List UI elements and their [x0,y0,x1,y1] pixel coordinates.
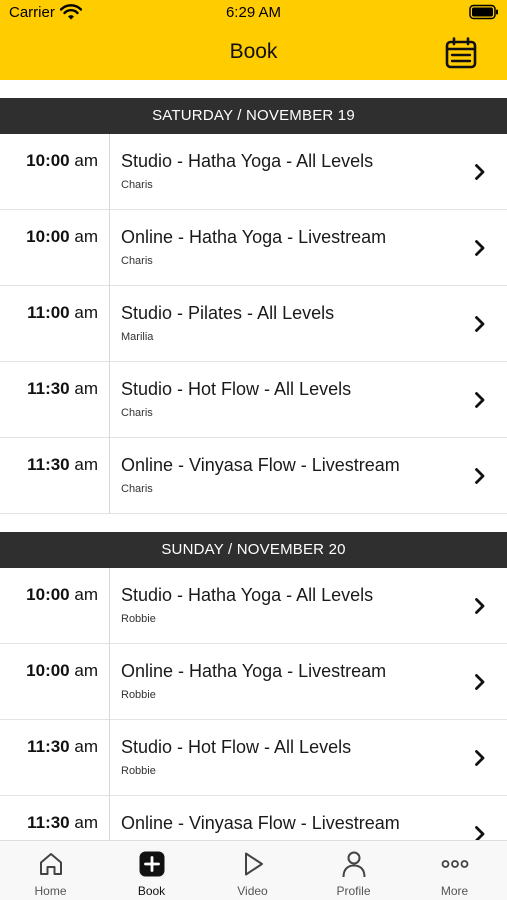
instructor-name: Charis [121,255,153,267]
time-ampm: am [74,303,98,322]
time-ampm: am [74,585,98,604]
tab-label: Video [237,884,268,898]
time-column: 11:00 am [0,286,110,362]
tab-label: Home [34,884,67,898]
day-section: SATURDAY / NOVEMBER 19 10:00 am Studio -… [0,80,507,514]
class-row[interactable]: 10:00 am Online - Hatha Yoga - Livestrea… [0,644,507,720]
tab-home[interactable]: Home [0,841,101,900]
class-name: Online - Hatha Yoga - Livestream [121,661,387,681]
time-ampm: am [74,227,98,246]
class-name: Online - Vinyasa Flow - Livestream [121,455,400,475]
schedule-list[interactable]: SATURDAY / NOVEMBER 19 10:00 am Studio -… [0,80,507,840]
person-icon [342,851,366,878]
class-row[interactable]: 11:30 am Online - Vinyasa Flow - Livestr… [0,438,507,514]
tab-book[interactable]: Book [101,841,202,900]
day-section: SUNDAY / NOVEMBER 20 10:00 am Studio - H… [0,514,507,840]
class-time: 11:30 am [27,813,98,833]
time-value: 11:30 [27,813,70,832]
class-time: 10:00 am [26,227,98,247]
more-dots-icon [441,860,469,868]
class-time: 11:30 am [27,455,98,475]
time-ampm: am [74,379,98,398]
status-bar: Carrier 6:29 AM [0,0,507,26]
time-ampm: am [74,455,98,474]
class-name: Studio - Pilates - All Levels [121,303,335,323]
time-value: 11:30 [27,455,70,474]
chevron-right-icon [475,316,485,332]
time-column: 10:00 am [0,568,110,644]
chevron-right-icon [475,392,485,408]
time-ampm: am [74,737,98,756]
home-icon [40,853,62,875]
time-column: 10:00 am [0,644,110,720]
tab-bar: Home Book Video Profile More [0,840,507,900]
instructor-name: Charis [121,483,153,495]
plus-square-icon [139,851,165,877]
time-column: 11:30 am [0,796,110,840]
instructor-name: Charis [121,179,153,191]
tab-label: Book [137,884,166,898]
class-name: Studio - Hot Flow - All Levels [121,737,352,757]
chevron-right-icon [475,164,485,180]
screen: Carrier 6:29 AM Book SATURDAY / NOVEMBER… [0,0,507,900]
time-ampm: am [74,151,98,170]
time-ampm: am [74,661,98,680]
calendar-icon[interactable] [444,36,478,70]
page-title: Book [229,40,278,63]
class-row[interactable]: 11:30 am Online - Vinyasa Flow - Livestr… [0,796,507,840]
class-time: 11:00 am [27,303,98,323]
class-row[interactable]: 11:30 am Studio - Hot Flow - All Levels … [0,362,507,438]
time-ampm: am [74,813,98,832]
day-header: SUNDAY / NOVEMBER 20 [0,532,507,568]
instructor-name: Robbie [121,765,156,777]
class-name: Studio - Hatha Yoga - All Levels [121,151,374,171]
class-row[interactable]: 11:30 am Studio - Hot Flow - All Levels … [0,720,507,796]
time-value: 10:00 [26,151,70,170]
class-time: 11:30 am [27,379,98,399]
class-row[interactable]: 11:00 am Studio - Pilates - All Levels M… [0,286,507,362]
time-value: 10:00 [26,227,70,246]
time-column: 10:00 am [0,210,110,286]
time-column: 11:30 am [0,362,110,438]
class-time: 10:00 am [26,585,98,605]
tab-label: Profile [336,884,371,898]
time-value: 10:00 [26,661,70,680]
status-time: 6:29 AM [225,4,282,21]
instructor-name: Marilia [121,331,154,343]
class-time: 10:00 am [26,151,98,171]
time-value: 11:30 [27,379,70,398]
time-value: 11:00 [27,303,70,322]
time-value: 11:30 [27,737,70,756]
instructor-name: Robbie [121,689,156,701]
chevron-right-icon [475,598,485,614]
chevron-right-icon [475,750,485,766]
day-header: SATURDAY / NOVEMBER 19 [0,98,507,134]
header: Carrier 6:29 AM Book [0,0,507,80]
chevron-right-icon [475,826,485,840]
tab-video[interactable]: Video [202,841,303,900]
class-row[interactable]: 10:00 am Studio - Hatha Yoga - All Level… [0,134,507,210]
instructor-name: Charis [121,407,153,419]
tab-more[interactable]: More [404,841,505,900]
chevron-right-icon [475,240,485,256]
tab-label: More [440,884,469,898]
class-row[interactable]: 10:00 am Studio - Hatha Yoga - All Level… [0,568,507,644]
class-name: Online - Vinyasa Flow - Livestream [121,813,400,833]
class-name: Studio - Hot Flow - All Levels [121,379,352,399]
play-icon [245,852,263,876]
chevron-right-icon [475,468,485,484]
battery-icon [469,4,498,20]
time-column: 11:30 am [0,720,110,796]
class-row[interactable]: 10:00 am Online - Hatha Yoga - Livestrea… [0,210,507,286]
time-column: 10:00 am [0,134,110,210]
instructor-name: Robbie [121,613,156,625]
class-name: Studio - Hatha Yoga - All Levels [121,585,374,605]
class-name: Online - Hatha Yoga - Livestream [121,227,387,247]
class-time: 10:00 am [26,661,98,681]
class-time: 11:30 am [27,737,98,757]
chevron-right-icon [475,674,485,690]
time-value: 10:00 [26,585,70,604]
tab-profile[interactable]: Profile [303,841,404,900]
time-column: 11:30 am [0,438,110,514]
